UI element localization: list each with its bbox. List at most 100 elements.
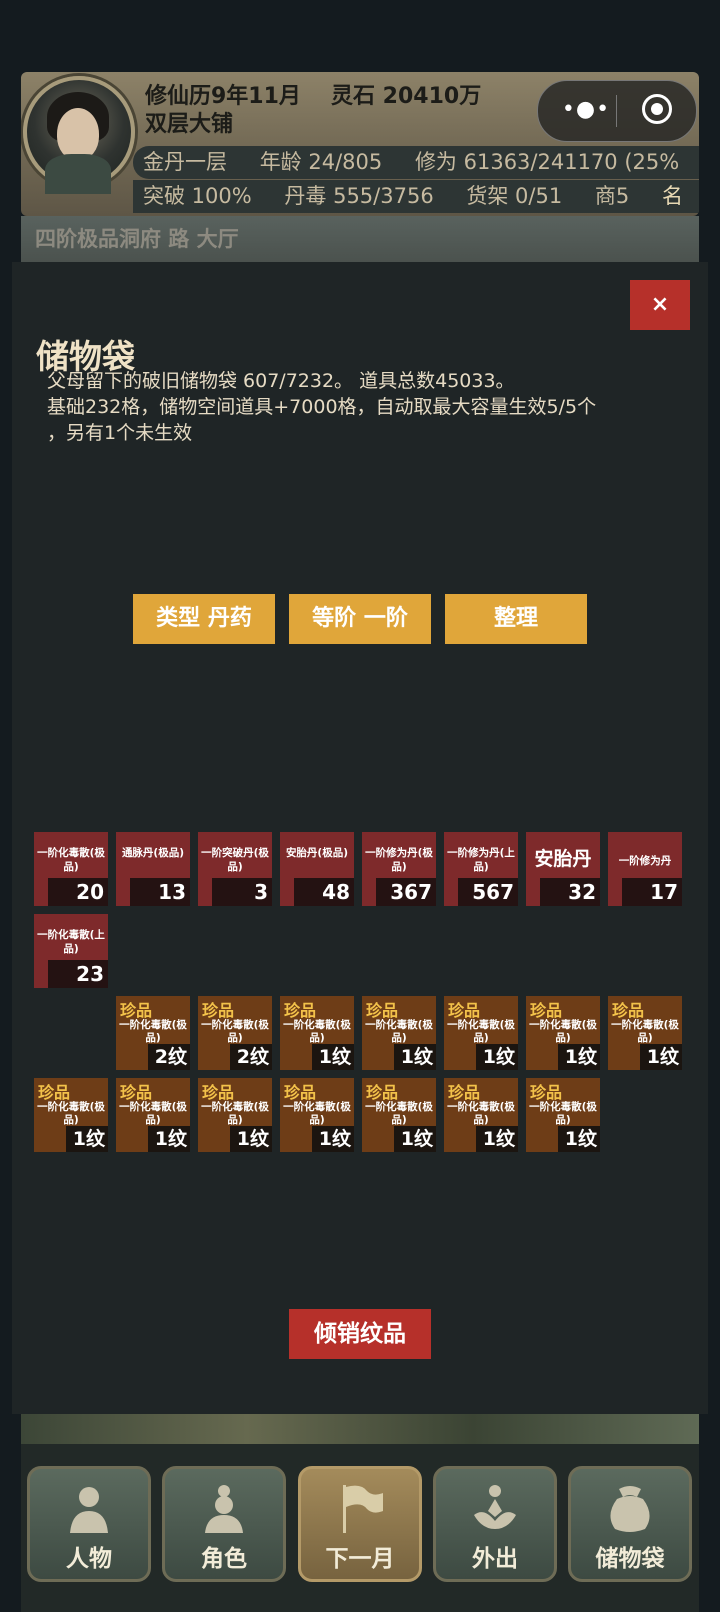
item-slot[interactable]: 一阶化毒散(上品) 23 [34, 914, 108, 988]
item-slot[interactable]: 一阶修为丹 17 [608, 832, 682, 906]
rare-tag: 珍品 [202, 1001, 235, 1020]
rare-item-slot[interactable]: 珍品 一阶化毒散(极品) 1纹 [526, 1078, 600, 1152]
item-name: 一阶化毒散(极品) [37, 847, 105, 873]
item-slot[interactable]: 一阶修为丹(极品) 367 [362, 832, 436, 906]
nav-label: 人物 [66, 1546, 112, 1572]
rare-item-slot[interactable]: 珍品 一阶化毒散(极品) 1纹 [362, 1078, 436, 1152]
rare-item-slot[interactable]: 珍品 一阶化毒散(极品) 1纹 [526, 996, 600, 1070]
rare-item-slot[interactable]: 珍品 一阶化毒散(极品) 2纹 [116, 996, 190, 1070]
nav-role-button[interactable]: 角色 [162, 1466, 286, 1582]
item-count: 3 [212, 878, 272, 906]
rare-tag: 珍品 [284, 1001, 317, 1020]
item-name: 一阶化毒散(极品) [283, 1019, 351, 1044]
close-program-icon[interactable] [642, 94, 672, 124]
item-slot[interactable]: 安胎丹(极品) 48 [280, 832, 354, 906]
grain-count: 1纹 [558, 1044, 600, 1070]
grain-count: 1纹 [394, 1126, 436, 1152]
fame-text: 名 [661, 184, 683, 208]
item-count: 13 [130, 878, 190, 906]
item-name: 一阶化毒散(极品) [365, 1101, 433, 1126]
rare-item-slot[interactable]: 珍品 一阶化毒散(极品) 1纹 [608, 996, 682, 1070]
grain-count: 1纹 [640, 1044, 682, 1070]
stats-row-2: 突破 100% 丹毒 555/3756 货架 0/51 商5 名 [133, 180, 699, 213]
rare-tag: 珍品 [202, 1083, 235, 1102]
grain-count: 1纹 [66, 1126, 108, 1152]
item-name: 安胎丹 [534, 848, 592, 870]
scene-banner: 四阶极品洞府 路 大厅 [21, 216, 699, 262]
grain-count: 1纹 [394, 1044, 436, 1070]
lotus-icon [468, 1481, 522, 1535]
bag-description: 父母留下的破旧储物袋 607/7232。 道具总数45033。 [47, 370, 515, 392]
item-name: 一阶修为丹(极品) [365, 847, 433, 873]
nav-next-month-button[interactable]: 下一月 [298, 1466, 422, 1582]
nav-character-button[interactable]: 人物 [27, 1466, 151, 1582]
avatar[interactable] [23, 76, 135, 194]
rare-item-slot[interactable]: 珍品 一阶化毒散(极品) 1纹 [362, 996, 436, 1070]
grain-count: 1纹 [312, 1044, 354, 1070]
item-name: 一阶修为丹(上品) [447, 847, 515, 873]
rare-tag: 珍品 [120, 1001, 153, 1020]
merchant-text: 商5 [594, 184, 630, 208]
item-name: 一阶化毒散(极品) [201, 1019, 269, 1044]
grade-filter-button[interactable]: 等阶 一阶 [289, 594, 431, 644]
rare-tag: 珍品 [366, 1083, 399, 1102]
item-name: 一阶化毒散(极品) [283, 1101, 351, 1126]
bag-icon [603, 1481, 657, 1535]
stats-row-1: 金丹一层 年龄 24/805 修为 61363/241170 (25% [133, 146, 699, 179]
rare-tag: 珍品 [530, 1083, 563, 1102]
close-button[interactable]: × [630, 280, 690, 330]
pill-poison-text: 丹毒 555/3756 [284, 184, 434, 208]
item-slot[interactable]: 安胎丹 32 [526, 832, 600, 906]
item-count: 367 [376, 878, 436, 906]
item-name: 一阶化毒散(极品) [529, 1101, 597, 1126]
grain-count: 1纹 [558, 1126, 600, 1152]
item-name: 一阶突破丹(极品) [201, 847, 269, 873]
rare-item-slot[interactable]: 珍品 一阶化毒散(极品) 1纹 [444, 996, 518, 1070]
nav-label: 外出 [472, 1546, 518, 1572]
grain-count: 2纹 [230, 1044, 272, 1070]
item-name: 一阶化毒散(极品) [447, 1101, 515, 1126]
item-count: 32 [540, 878, 600, 906]
item-name: 安胎丹(极品) [285, 847, 349, 859]
rare-item-slot[interactable]: 珍品 一阶化毒散(极品) 1纹 [34, 1078, 108, 1152]
item-name: 一阶化毒散(极品) [447, 1019, 515, 1044]
item-name: 一阶化毒散(上品) [37, 929, 105, 955]
rare-tag: 珍品 [284, 1083, 317, 1102]
shelf-text: 货架 0/51 [466, 184, 563, 208]
item-slot[interactable]: 一阶突破丹(极品) 3 [198, 832, 272, 906]
item-count: 17 [622, 878, 682, 906]
rare-item-slot[interactable]: 珍品 一阶化毒散(极品) 1纹 [116, 1078, 190, 1152]
more-icon[interactable]: •●• [558, 89, 614, 131]
nav-label: 储物袋 [595, 1546, 665, 1572]
shop-name: 双层大铺 [145, 112, 234, 137]
grain-count: 1纹 [230, 1126, 272, 1152]
rare-item-slot[interactable]: 珍品 一阶化毒散(极品) 1纹 [444, 1078, 518, 1152]
rare-tag: 珍品 [612, 1001, 645, 1020]
spirit-stone-text: 灵石 20410万 [331, 84, 482, 109]
rare-tag: 珍品 [448, 1001, 481, 1020]
rare-tag: 珍品 [448, 1083, 481, 1102]
realm-text: 金丹一层 [143, 150, 227, 174]
grain-count: 2纹 [148, 1044, 190, 1070]
rare-item-slot[interactable]: 珍品 一阶化毒散(极品) 1纹 [280, 996, 354, 1070]
rare-tag: 珍品 [38, 1083, 71, 1102]
item-name: 一阶化毒散(极品) [37, 1101, 105, 1126]
item-name: 一阶化毒散(极品) [201, 1101, 269, 1126]
item-count: 20 [48, 878, 108, 906]
type-filter-button[interactable]: 类型 丹药 [133, 594, 275, 644]
nav-storage-bag-button[interactable]: 储物袋 [568, 1466, 692, 1582]
sort-button[interactable]: 整理 [445, 594, 587, 644]
rare-item-slot[interactable]: 珍品 一阶化毒散(极品) 1纹 [280, 1078, 354, 1152]
dump-grained-items-button[interactable]: 倾销纹品 [289, 1309, 431, 1359]
person-icon [62, 1481, 116, 1535]
rare-item-slot[interactable]: 珍品 一阶化毒散(极品) 2纹 [198, 996, 272, 1070]
capsule-divider [616, 95, 617, 127]
rare-item-slot[interactable]: 珍品 一阶化毒散(极品) 1纹 [198, 1078, 272, 1152]
item-slot[interactable]: 一阶修为丹(上品) 567 [444, 832, 518, 906]
scene-background [21, 1414, 699, 1444]
nav-outing-button[interactable]: 外出 [433, 1466, 557, 1582]
item-slot[interactable]: 通脉丹(极品) 13 [116, 832, 190, 906]
item-slot[interactable]: 一阶化毒散(极品) 20 [34, 832, 108, 906]
item-count: 23 [48, 960, 108, 988]
age-text: 年龄 24/805 [259, 150, 383, 174]
